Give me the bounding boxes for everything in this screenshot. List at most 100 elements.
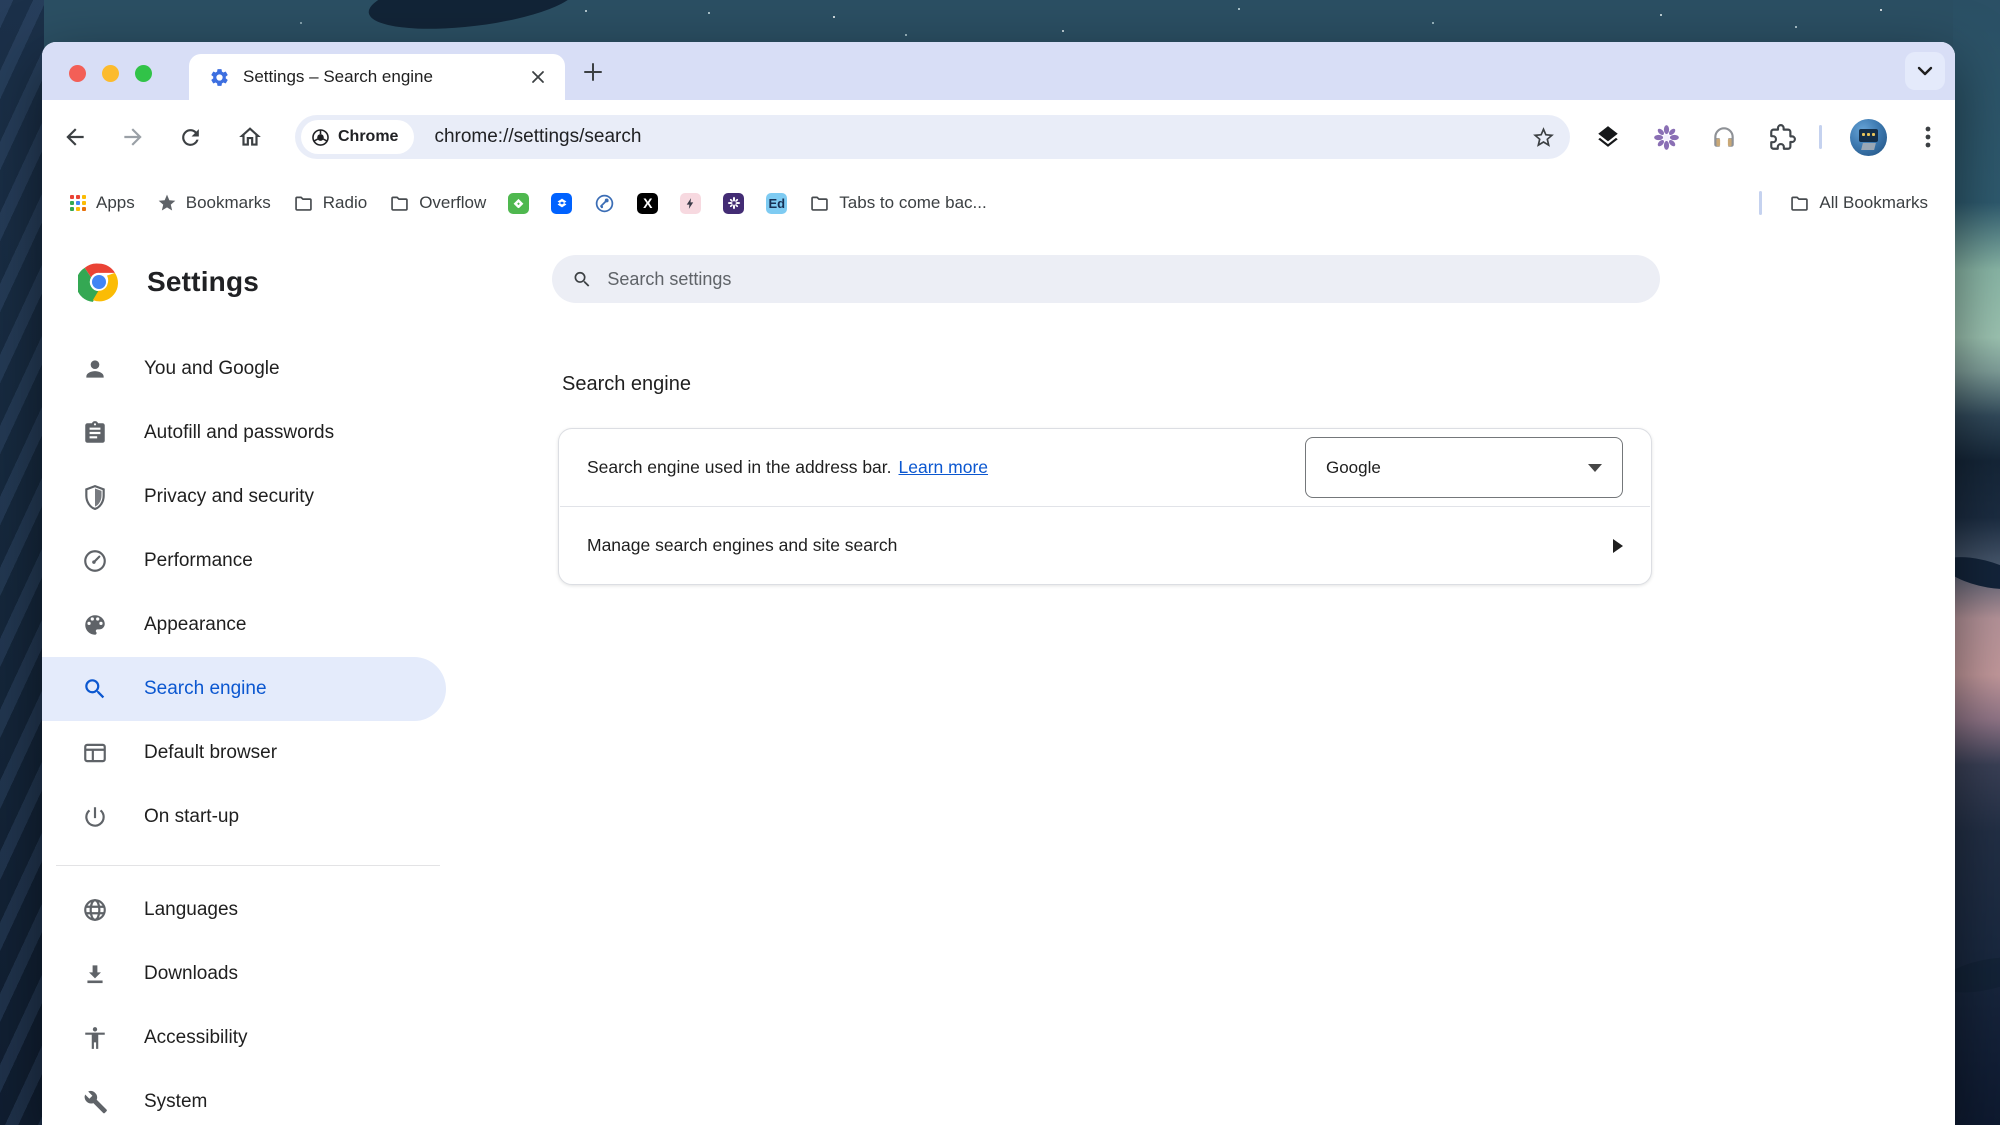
accessibility-icon xyxy=(82,1025,108,1051)
ed-icon: Ed xyxy=(766,193,787,214)
nav-label: Default browser xyxy=(144,742,277,764)
bookmark-observatory[interactable] xyxy=(583,187,626,220)
apps-grid-icon xyxy=(69,194,87,212)
search-icon xyxy=(572,269,592,290)
globe-icon xyxy=(82,897,108,923)
x-glyph: X xyxy=(643,195,652,211)
chrome-logo xyxy=(78,261,120,303)
desktop: Settings – Search engine xyxy=(0,0,2000,1125)
new-tab-button[interactable] xyxy=(578,57,608,87)
close-window-button[interactable] xyxy=(69,65,86,82)
wrench-icon xyxy=(82,1089,108,1115)
page-heading: Search engine xyxy=(562,373,691,396)
back-button[interactable] xyxy=(54,116,96,158)
extensions-puzzle-icon[interactable] xyxy=(1761,116,1803,158)
bookmark-label: Radio xyxy=(323,193,367,213)
chrome-mono-icon xyxy=(311,128,330,147)
nav-label: Performance xyxy=(144,550,253,572)
nav-item-accessibility[interactable]: Accessibility xyxy=(42,1006,446,1070)
folder-icon xyxy=(1789,193,1810,214)
nav-label: Autofill and passwords xyxy=(144,422,334,444)
all-bookmarks-label: All Bookmarks xyxy=(1819,193,1928,213)
close-tab-icon[interactable] xyxy=(525,64,551,90)
minimize-window-button[interactable] xyxy=(102,65,119,82)
nav-label: You and Google xyxy=(144,358,280,380)
bookmark-apps[interactable]: Apps xyxy=(58,187,146,219)
bookmark-lightning[interactable] xyxy=(669,187,712,220)
bookmark-starburst[interactable] xyxy=(712,187,755,220)
person-icon xyxy=(82,356,108,382)
download-icon xyxy=(82,961,108,987)
nav-item-system[interactable]: System xyxy=(42,1070,446,1125)
power-icon xyxy=(82,804,108,830)
profile-avatar[interactable] xyxy=(1850,119,1887,156)
row-description: Search engine used in the address bar. xyxy=(587,457,892,478)
nav-item-search-engine[interactable]: Search engine xyxy=(42,657,446,721)
nav-label: System xyxy=(144,1091,207,1113)
ed-glyph: Ed xyxy=(768,196,785,211)
nav-item-appearance[interactable]: Appearance xyxy=(42,593,446,657)
learn-more-link[interactable]: Learn more xyxy=(899,457,989,478)
bookmark-feedly[interactable] xyxy=(497,187,540,220)
settings-sidebar: Settings You and Google Autofill and pas… xyxy=(42,232,446,1125)
flower-extension-icon[interactable] xyxy=(1645,116,1687,158)
manage-search-engines-row[interactable]: Manage search engines and site search xyxy=(559,507,1651,584)
tab-search-chevron-button[interactable] xyxy=(1905,52,1945,90)
browser-window-icon xyxy=(82,740,108,766)
settings-title: Settings xyxy=(147,266,259,298)
nav-item-privacy[interactable]: Privacy and security xyxy=(42,465,446,529)
settings-gear-favicon xyxy=(209,67,230,88)
reload-button[interactable] xyxy=(169,116,211,158)
nav-item-performance[interactable]: Performance xyxy=(42,529,446,593)
nav-item-downloads[interactable]: Downloads xyxy=(42,942,446,1006)
bookmark-label: Tabs to come bac... xyxy=(839,193,986,213)
headphones-extension-icon[interactable] xyxy=(1703,116,1745,158)
address-bar[interactable]: Chrome chrome://settings/search xyxy=(295,115,1570,159)
settings-page: Settings You and Google Autofill and pas… xyxy=(42,232,1955,1125)
nav-item-you-and-google[interactable]: You and Google xyxy=(42,337,446,401)
desktop-art-left xyxy=(0,0,44,1125)
bookmark-folder-overflow[interactable]: Overflow xyxy=(378,187,497,220)
all-bookmarks-button[interactable]: All Bookmarks xyxy=(1778,187,1939,220)
settings-search-box[interactable] xyxy=(552,255,1660,303)
toolbar: Chrome chrome://settings/search xyxy=(42,100,1955,174)
avatar-graphic-base xyxy=(1861,143,1876,150)
feedly-icon xyxy=(508,193,529,214)
branch-silhouette xyxy=(366,0,581,39)
url-text[interactable]: chrome://settings/search xyxy=(434,126,1531,148)
active-tab[interactable]: Settings – Search engine xyxy=(189,54,565,100)
nav-item-autofill[interactable]: Autofill and passwords xyxy=(42,401,446,465)
forward-button[interactable] xyxy=(112,116,154,158)
layers-extension-icon[interactable] xyxy=(1587,116,1629,158)
bookmarks-separator xyxy=(1759,191,1762,215)
tab-title: Settings – Search engine xyxy=(243,67,525,87)
bookmark-x[interactable]: X xyxy=(626,187,669,220)
nav-item-on-startup[interactable]: On start-up xyxy=(42,785,446,849)
settings-search-input[interactable] xyxy=(607,269,1640,290)
bookmark-dropbox[interactable] xyxy=(540,187,583,220)
nav-item-languages[interactable]: Languages xyxy=(42,878,446,942)
nav-item-default-browser[interactable]: Default browser xyxy=(42,721,446,785)
default-search-engine-row: Search engine used in the address bar. L… xyxy=(559,429,1651,506)
bookmark-folder-bookmarks[interactable]: Bookmarks xyxy=(146,187,282,219)
search-engine-dropdown[interactable]: Google xyxy=(1305,437,1623,498)
shield-icon xyxy=(82,484,108,510)
folder-icon xyxy=(293,193,314,214)
home-button[interactable] xyxy=(229,116,271,158)
toolbar-separator xyxy=(1819,125,1822,149)
nav-label: Appearance xyxy=(144,614,246,636)
site-badge-label: Chrome xyxy=(338,128,398,146)
bookmarks-bar: Apps Bookmarks Radio Overflow xyxy=(42,174,1955,232)
site-info-badge[interactable]: Chrome xyxy=(301,120,414,154)
search-icon xyxy=(82,676,108,702)
bookmark-label: Overflow xyxy=(419,193,486,213)
settings-nav: You and Google Autofill and passwords Pr… xyxy=(42,337,446,1125)
zoom-window-button[interactable] xyxy=(135,65,152,82)
bookmark-folder-tabs[interactable]: Tabs to come bac... xyxy=(798,187,997,220)
browser-window: Settings – Search engine xyxy=(42,42,1955,1125)
bookmark-folder-radio[interactable]: Radio xyxy=(282,187,378,220)
bookmark-label: Bookmarks xyxy=(186,193,271,213)
browser-menu-button[interactable] xyxy=(1907,116,1949,158)
bookmark-star-icon[interactable] xyxy=(1531,125,1556,150)
bookmark-ed[interactable]: Ed xyxy=(755,187,798,220)
